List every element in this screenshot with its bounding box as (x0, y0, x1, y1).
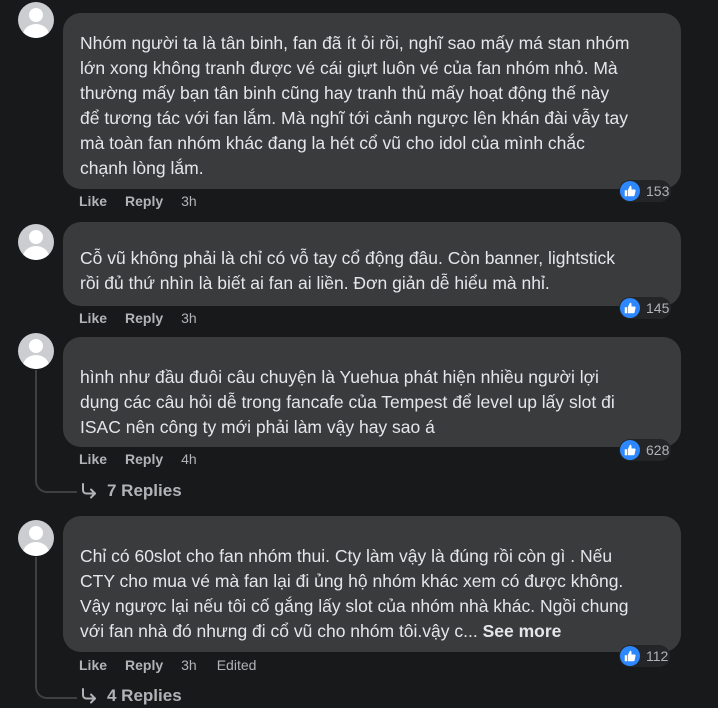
comment-line: ISAC nên công ty mới phải làm vậy hay sa… (80, 417, 435, 437)
like-button[interactable]: Like (79, 310, 107, 326)
reaction-count: 145 (646, 300, 670, 316)
avatar[interactable] (18, 333, 54, 369)
reaction-summary[interactable]: 153 (619, 180, 672, 202)
comment-line: rồi đủ thứ nhìn là biết ai fan ai liền. … (80, 273, 550, 293)
reply-button[interactable]: Reply (125, 451, 163, 467)
reaction-count: 112 (646, 648, 669, 664)
edited-label[interactable]: Edited (217, 657, 257, 673)
thread-connector (35, 477, 77, 493)
like-icon (620, 181, 640, 201)
comment-line: với fan nhà đó nhưng đi cổ vũ cho nhóm t… (80, 619, 663, 644)
timestamp[interactable]: 3h (181, 310, 197, 326)
thread-connector (35, 683, 77, 699)
comment-bubble: hình như đầu đuôi câu chuyện là Yuehua p… (63, 337, 681, 447)
reaction-count: 628 (646, 442, 670, 458)
comment-actions: Like Reply 3h (79, 192, 217, 210)
avatar[interactable] (18, 224, 54, 260)
comment-actions: Like Reply 3h (79, 309, 217, 327)
replies-count-label: 4 Replies (107, 686, 182, 705)
timestamp[interactable]: 3h (181, 193, 197, 209)
like-icon (620, 646, 640, 666)
comment-line: hình như đầu đuôi câu chuyện là Yuehua p… (80, 367, 599, 387)
reply-button[interactable]: Reply (125, 310, 163, 326)
avatar[interactable] (18, 2, 54, 38)
reaction-summary[interactable]: 145 (619, 297, 672, 319)
comment-line: mà toàn fan nhóm khác đang la hét cổ vũ … (80, 133, 585, 153)
timestamp[interactable]: 3h (181, 657, 197, 673)
comment-line: CTY cho mua vé mà fan lại đi ủng hộ nhóm… (80, 571, 624, 591)
like-icon (620, 440, 640, 460)
comment-line: dụng các câu hỏi dễ trong fancafe của Te… (80, 392, 615, 412)
comment-bubble: Cỗ vũ không phải là chỉ có vỗ tay cổ độn… (63, 222, 681, 306)
replies-count-label: 7 Replies (107, 481, 182, 500)
timestamp[interactable]: 4h (181, 451, 197, 467)
thread-line (35, 370, 37, 480)
comment-actions: Like Reply 3h Edited (79, 656, 256, 674)
comment-line: Chỉ có 60slot cho fan nhóm thui. Cty làm… (80, 546, 613, 566)
comment-line: Vậy ngược lại nếu tôi cố gắng lấy slot c… (80, 596, 629, 616)
reply-button[interactable]: Reply (125, 657, 163, 673)
reply-button[interactable]: Reply (125, 193, 163, 209)
comment-line: Cỗ vũ không phải là chỉ có vỗ tay cổ độn… (80, 248, 616, 268)
comment-bubble: Nhóm người ta là tân binh, fan đã ít ỏi … (63, 13, 681, 189)
comment-line: để tương tác với fan lắm. Mà nghĩ tới cả… (80, 108, 628, 128)
comment-line: lớn xong không tranh được vé cái giựt lu… (80, 58, 618, 78)
view-replies-button[interactable]: 4 Replies (80, 686, 182, 706)
comment-thread: Nhóm người ta là tân binh, fan đã ít ỏi … (0, 0, 718, 708)
comment-bubble: Chỉ có 60slot cho fan nhóm thui. Cty làm… (63, 516, 681, 652)
avatar[interactable] (18, 520, 54, 556)
comment-line-text: với fan nhà đó nhưng đi cổ vũ cho nhóm t… (80, 621, 478, 641)
like-button[interactable]: Like (79, 193, 107, 209)
reaction-summary[interactable]: 112 (619, 645, 671, 667)
like-button[interactable]: Like (79, 657, 107, 673)
reaction-count: 153 (646, 183, 670, 199)
view-replies-button[interactable]: 7 Replies (80, 481, 182, 501)
comment-line: Nhóm người ta là tân binh, fan đã ít ỏi … (80, 33, 630, 53)
comment-line: chạnh lòng lắm. (80, 158, 204, 178)
thread-line (35, 557, 37, 685)
comment-line: thường mấy bạn tân binh cũng hay tranh t… (80, 83, 610, 103)
reaction-summary[interactable]: 628 (619, 439, 672, 461)
reply-arrow-icon (82, 688, 96, 704)
like-button[interactable]: Like (79, 451, 107, 467)
see-more-link[interactable]: See more (483, 621, 562, 641)
reply-arrow-icon (82, 483, 96, 499)
comment-actions: Like Reply 4h (79, 450, 217, 468)
like-icon (620, 298, 640, 318)
